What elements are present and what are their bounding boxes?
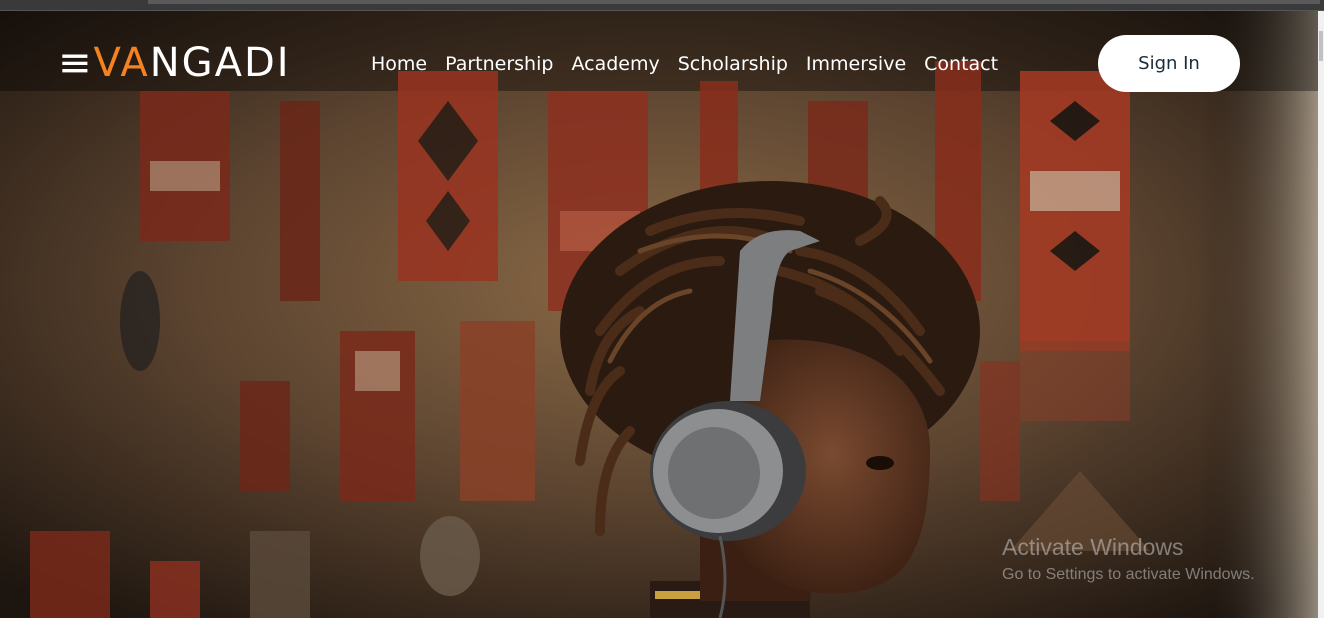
nav-immersive[interactable]: Immersive: [806, 51, 906, 77]
evangadi-logo[interactable]: ≡VANGADI: [58, 43, 291, 83]
nav-partnership[interactable]: Partnership: [445, 51, 553, 77]
nav-scholarship[interactable]: Scholarship: [678, 51, 788, 77]
logo-accent: VA: [93, 40, 150, 86]
logo-suffix: NGADI: [149, 40, 291, 86]
sign-in-button[interactable]: Sign In: [1098, 35, 1240, 92]
watermark-title: Activate Windows: [1002, 534, 1184, 560]
site-header: ≡VANGADI Home Partnership Academy Schola…: [0, 11, 1318, 115]
scrollbar-thumb[interactable]: [1319, 31, 1323, 61]
page-scrollbar[interactable]: [1318, 11, 1324, 618]
activate-windows-watermark: Activate Windows Go to Settings to activ…: [1002, 534, 1255, 586]
nav-academy[interactable]: Academy: [571, 51, 659, 77]
main-nav: Home Partnership Academy Scholarship Imm…: [371, 51, 998, 77]
nav-contact[interactable]: Contact: [924, 51, 998, 77]
watermark-subtitle: Go to Settings to activate Windows.: [1002, 566, 1255, 583]
browser-tab-strip: [148, 0, 1320, 4]
logo-prefix: ≡: [58, 40, 94, 86]
browser-top-edge: [0, 0, 1324, 11]
nav-home[interactable]: Home: [371, 51, 427, 77]
